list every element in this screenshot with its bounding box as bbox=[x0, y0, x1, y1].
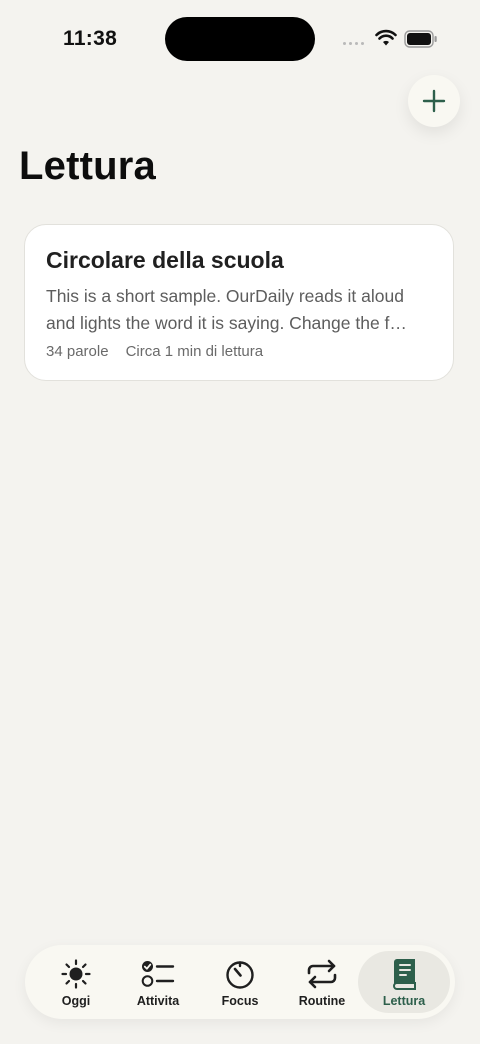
repeat-icon bbox=[307, 959, 337, 989]
tab-routine[interactable]: Routine bbox=[279, 951, 365, 1013]
word-count: 34 parole bbox=[46, 343, 109, 360]
read-time: Circa 1 min di lettura bbox=[125, 343, 264, 360]
book-icon bbox=[392, 959, 416, 990]
tab-oggi[interactable]: Oggi bbox=[33, 951, 119, 1013]
tab-label: Routine bbox=[298, 994, 346, 1008]
sun-icon bbox=[61, 959, 91, 989]
document-excerpt-line: This is a short sample. OurDaily reads i… bbox=[46, 286, 404, 306]
wifi-icon bbox=[375, 29, 397, 46]
document-card[interactable]: Circolare della scuola This is a short s… bbox=[24, 224, 454, 381]
tab-focus[interactable]: Focus bbox=[197, 951, 283, 1013]
status-time: 11:38 bbox=[63, 27, 118, 50]
document-title: Circolare della scuola bbox=[46, 247, 284, 273]
checklist-icon bbox=[141, 961, 175, 987]
page-title: Lettura bbox=[19, 144, 156, 188]
dynamic-island bbox=[165, 17, 315, 61]
tab-lettura[interactable]: Lettura bbox=[358, 951, 450, 1013]
plus-icon bbox=[422, 89, 446, 113]
tab-label: Lettura bbox=[382, 994, 426, 1008]
tab-label: Focus bbox=[221, 994, 259, 1008]
cellular-signal-icon bbox=[343, 42, 364, 45]
battery-icon bbox=[404, 30, 437, 48]
tab-label: Oggi bbox=[61, 994, 91, 1008]
timer-icon bbox=[226, 961, 254, 989]
document-excerpt: This is a short sample. OurDaily reads i… bbox=[46, 283, 436, 337]
status-bar: 11:38 bbox=[0, 0, 480, 80]
tab-label: Attivita bbox=[136, 994, 180, 1008]
document-meta: 34 parole Circa 1 min di lettura bbox=[46, 343, 263, 360]
document-excerpt-line: and lights the word it is saying. Change… bbox=[46, 313, 407, 333]
tab-attivita[interactable]: Attivita bbox=[115, 951, 201, 1013]
tab-bar: Oggi Attivita Focus Routine Lettura bbox=[25, 945, 455, 1019]
add-document-button[interactable] bbox=[408, 75, 460, 127]
